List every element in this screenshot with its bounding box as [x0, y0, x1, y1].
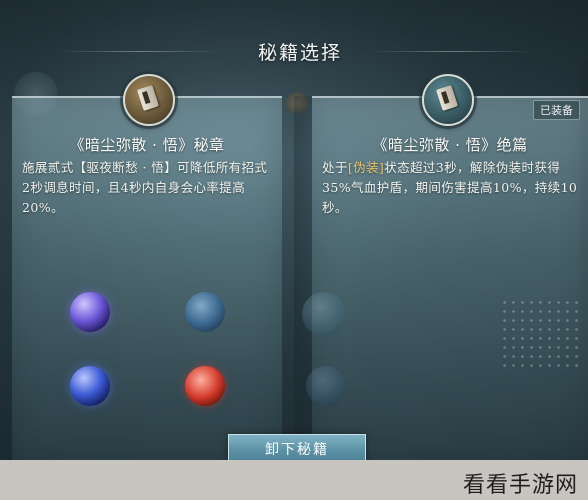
equipped-badge: 已装备	[533, 100, 580, 120]
skill-frost-icon[interactable]	[185, 292, 225, 332]
dot-pattern	[500, 298, 582, 370]
skill-crescent-icon[interactable]	[70, 366, 110, 406]
book-icon	[136, 85, 160, 111]
manual-name: 《暗尘弥散 · 悟》秘章	[69, 136, 225, 154]
watermark: 看看手游网	[462, 473, 578, 498]
manual-description: 处于[伪装]状态超过3秒，解除伪装时获得35%气血护盾，期间伤害提高10%，持续…	[322, 158, 578, 218]
disguise-keyword: [伪装]	[347, 160, 385, 175]
manual-emblem-right	[422, 74, 474, 126]
panel-divider	[294, 96, 312, 476]
skill-ghost-icon	[306, 366, 346, 406]
desc-text: 处于	[322, 160, 348, 175]
manual-name: 《暗尘弥散 · 悟》绝篇	[372, 136, 528, 154]
manual-card-left[interactable]: 《暗尘弥散 · 悟》秘章 施展贰式【驱夜断愁 · 悟】可降低所有招式2秒调息时间…	[12, 74, 282, 478]
skill-ghost-icon	[302, 292, 346, 336]
title-divider-right	[372, 51, 532, 52]
book-icon	[435, 85, 459, 111]
skill-flame-icon[interactable]	[185, 366, 225, 406]
manual-emblem-left	[123, 74, 175, 126]
skill-moon-icon[interactable]	[70, 292, 110, 332]
manual-card-right[interactable]: 已装备 《暗尘弥散 · 悟》绝篇 处于[伪装]状态超过3秒，解除伪装时获得35%…	[302, 74, 588, 478]
manual-description: 施展贰式【驱夜断愁 · 悟】可降低所有招式2秒调息时间，且4秒内自身会心率提高2…	[22, 160, 268, 215]
